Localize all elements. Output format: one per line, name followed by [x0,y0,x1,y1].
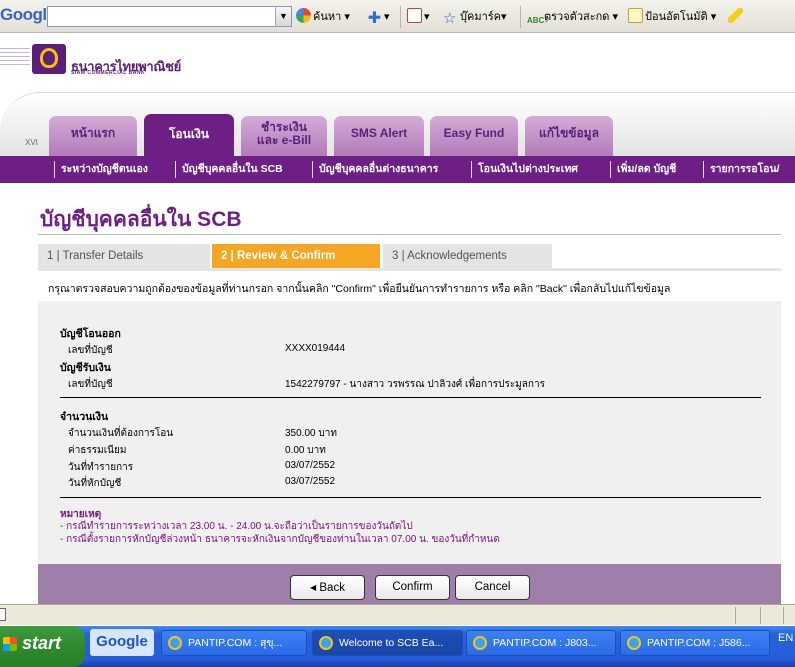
language-indicator[interactable]: EN [778,632,793,644]
toolbar-plus-button[interactable]: ✚ ▾ [367,8,390,27]
ie-icon [627,636,641,650]
toolbar-popup-button[interactable]: ▾ [407,8,430,26]
page-icon [0,608,6,621]
step-review-confirm: 2 | Review & Confirm [212,244,380,268]
section-divider [60,497,761,498]
toolbar-spellcheck-button[interactable]: ABC✓ตรวจตัวสะกด ▾ [527,8,618,26]
bank-name-english: SIAM COMMERCIAL BANK [71,70,146,76]
submenu-international[interactable]: โอนเงินไปต่างประเทศ [471,161,578,178]
taskbar-item[interactable]: PANTIP.COM : สุขุ... [161,630,307,656]
debit-date-label: วันที่หักบัญชี [68,478,122,489]
autofill-icon [628,8,643,23]
ie-icon [168,636,182,650]
step-acknowledgements: 3 | Acknowledgements [383,244,552,268]
toolbar-search-button[interactable]: ค้นหา ▾ [296,8,350,26]
header-decor-stripes [0,48,30,68]
amount-label: จำนวนเงินที่ต้องการโอน [68,428,174,439]
note-line: - กรณีตั้งรายการหักบัญชีล่วงหน้า ธนาคารจ… [60,534,500,545]
ie-icon [473,636,487,650]
steps-underline [38,268,781,271]
to-account-label: เลขที่บัญชี [68,379,113,390]
title-divider [38,234,781,235]
spellcheck-icon: ABC✓ [527,16,552,25]
popup-blocker-icon [407,8,422,23]
version-label: XVI [25,138,38,147]
from-account-heading: บัญชีโอนออก [60,328,121,340]
debit-date-value: 03/07/2552 [285,476,336,487]
tab-payment[interactable]: ชำระเงิน และ e-Bill [241,116,327,156]
submenu-own-accounts[interactable]: ระหว่างบัญชีตนเอง [54,161,148,178]
plus-icon: ✚ [367,10,382,27]
tab-sms-alert[interactable]: SMS Alert [334,116,424,156]
google-g-icon [296,8,311,23]
transfer-submenu: ระหว่างบัญชีตนเอง บัญชีบุคคลอื่นใน SCB บ… [0,156,795,183]
google-quicklaunch[interactable]: Google [90,629,154,656]
google-toolbar: Google ▼ ค้นหา ▾ ✚ ▾ ▾ ☆ บุ๊คมาร์ค▾ ABC✓ตร… [0,0,795,33]
transaction-date-label: วันที่ทำรายการ [68,462,134,473]
to-account-value: 1542279797 - นางสาว วรพรรณ ปาลิวงศ์ เพื่… [285,379,545,390]
fee-value: 0.00 บาท [285,445,326,456]
to-account-heading: บัญชีรับเงิน [60,362,111,374]
submenu-other-scb[interactable]: บัญชีบุคคลอื่นใน SCB [175,161,283,178]
transaction-date-value: 03/07/2552 [285,460,336,471]
tab-transfer[interactable]: โอนเงิน [144,114,234,158]
toolbar-bookmarks-button[interactable]: ☆ บุ๊คมาร์ค▾ [443,8,507,26]
review-instruction: กรุณาตรวจสอบความถูกต้องของข้อมูลที่ท่านก… [48,283,671,295]
browser-status-bar [0,604,795,625]
toolbar-highlight-button[interactable] [728,8,745,26]
from-account-value: XXXX019444 [285,343,346,354]
amount-heading: จำนวนเงิน [60,411,109,423]
triangle-left-icon: ◀ [310,583,317,592]
fee-label: ค่าธรรมเนียม [68,445,127,456]
toolbar-search-input[interactable]: ▼ [47,6,292,27]
cancel-button[interactable]: Cancel [455,575,530,600]
toolbar-autofill-button[interactable]: ป้อนอัตโนมัติ ▾ [628,8,716,26]
section-divider [60,397,761,398]
from-account-label: เลขที่บัญชี [68,345,113,356]
back-button[interactable]: ◀ Back [290,575,365,600]
submenu-pending[interactable]: รายการรอโอน/ [703,161,780,178]
windows-flag-icon [3,637,17,651]
star-icon: ☆ [443,10,457,27]
scb-logo[interactable] [32,44,66,74]
start-button[interactable]: start [0,626,85,667]
confirm-button[interactable]: Confirm [375,575,450,600]
submenu-add-remove-account[interactable]: เพิ่ม/ลด บัญชี [610,161,676,178]
tab-home[interactable]: หน้าแรก [49,116,137,156]
tab-edit-profile[interactable]: แก้ไขข้อมูล [525,116,613,156]
taskbar-item[interactable]: PANTIP.COM : J586... [620,630,770,656]
scb-logo-emblem [40,48,58,68]
amount-value: 350.00 บาท [285,428,337,439]
step-transfer-details: 1 | Transfer Details [38,244,210,268]
chevron-down-icon[interactable]: ▼ [275,7,291,26]
taskbar-item-active[interactable]: Welcome to SCB Ea... [312,630,463,656]
submenu-other-bank[interactable]: บัญชีบุคคลอื่นต่างธนาคาร [312,161,438,178]
taskbar-item[interactable]: PANTIP.COM : J803... [466,630,616,656]
tab-easy-fund[interactable]: Easy Fund [430,116,518,156]
highlighter-icon [728,8,743,23]
ie-icon [319,636,333,650]
page-title: บัญชีบุคคลอื่นใน SCB [40,208,242,231]
